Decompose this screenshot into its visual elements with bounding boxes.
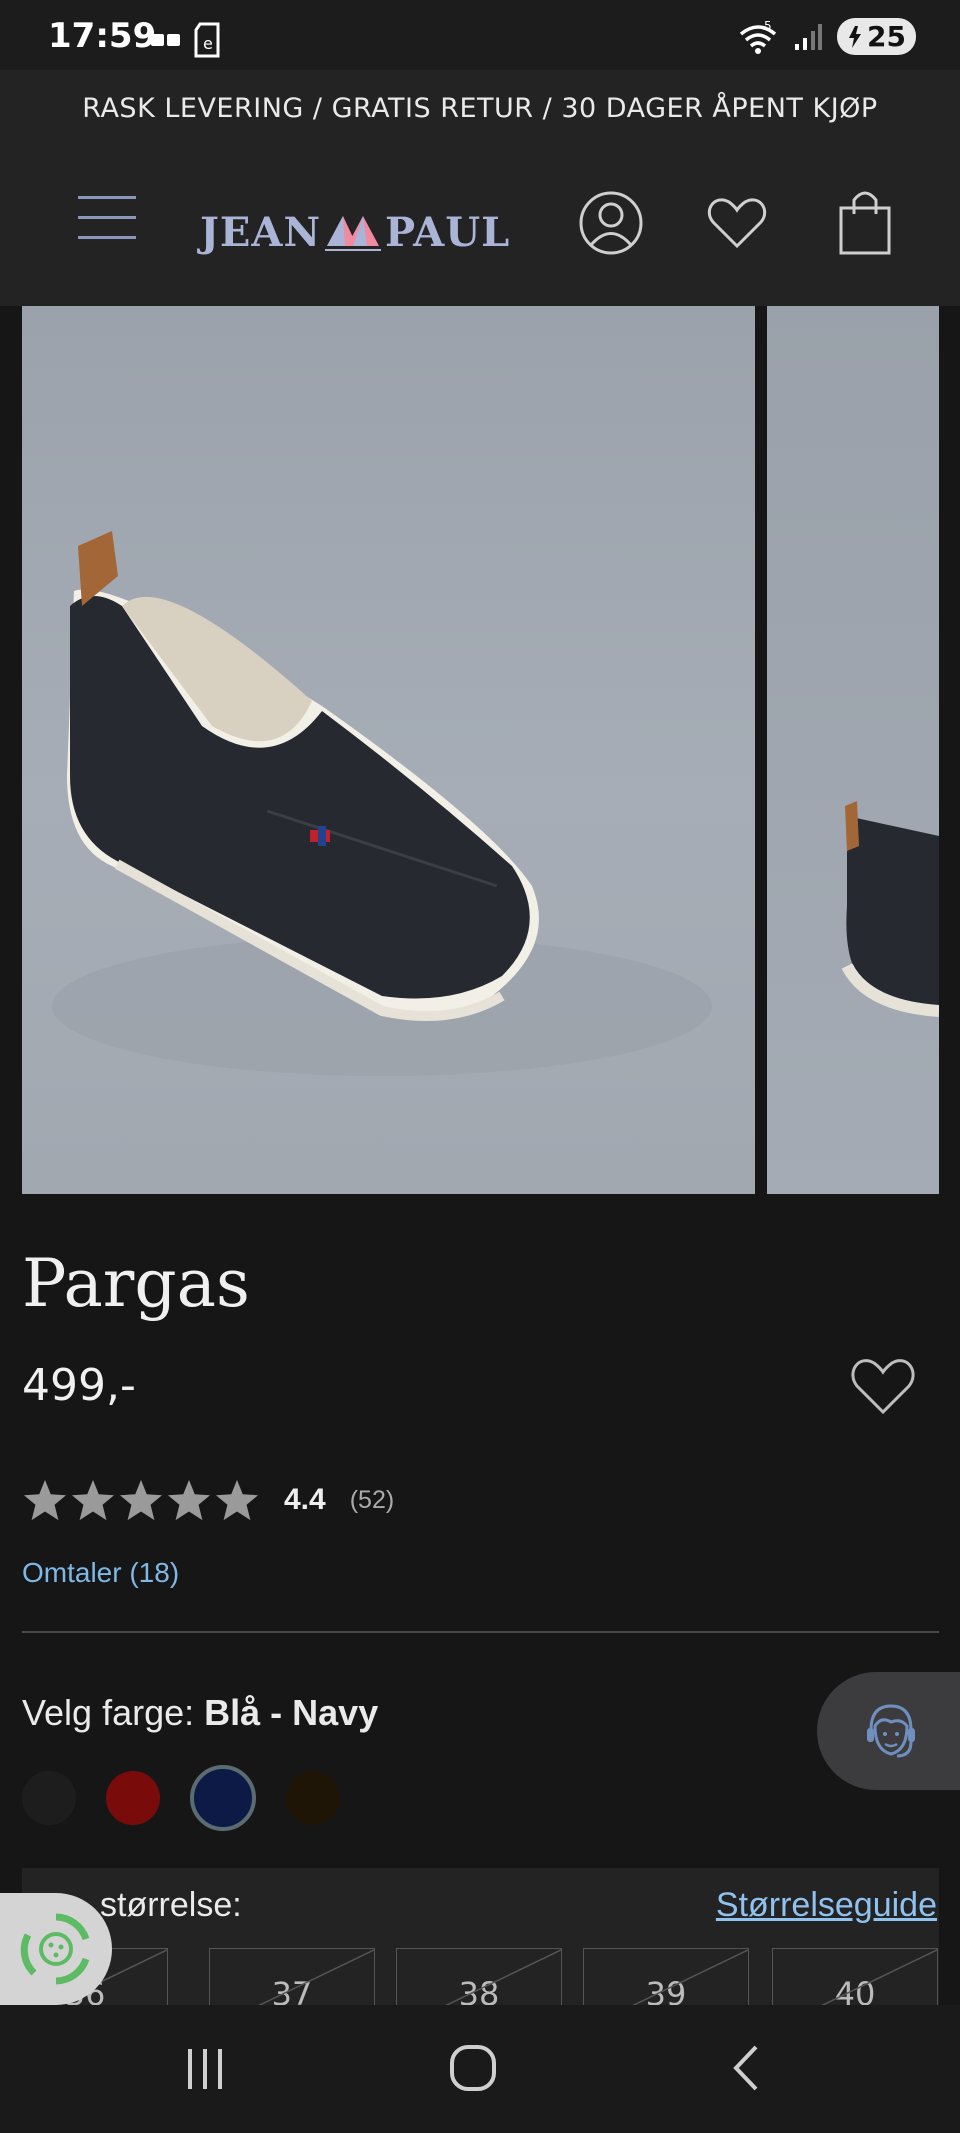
status-right-icons: 5 25 xyxy=(737,18,916,55)
shoe-image xyxy=(52,531,712,1076)
customer-service-chat-button[interactable] xyxy=(817,1672,960,1790)
star-icon xyxy=(215,1479,259,1521)
sustainability-badge[interactable] xyxy=(0,1893,112,2005)
menu-icon[interactable] xyxy=(78,192,136,244)
product-title: Pargas xyxy=(22,1245,250,1322)
color-swatch-navy[interactable] xyxy=(190,1765,256,1831)
star-icon xyxy=(119,1479,163,1521)
support-agent-icon xyxy=(867,1704,915,1758)
svg-text:e: e xyxy=(203,34,213,53)
brand-logo-left: JEAN xyxy=(200,208,322,256)
back-icon[interactable] xyxy=(722,2043,772,2093)
status-bar: 17:59 e 5 25 xyxy=(0,0,960,70)
product-gallery[interactable] xyxy=(0,306,960,1194)
color-selector-label: Velg farge: Blå - Navy xyxy=(22,1692,378,1734)
document-notification-icon: e xyxy=(194,22,220,58)
color-swatch-red[interactable] xyxy=(106,1771,160,1825)
rating-summary[interactable]: 4.4 (52) xyxy=(22,1478,394,1522)
star-icon xyxy=(71,1479,115,1521)
star-icon xyxy=(23,1479,67,1521)
reviews-link[interactable]: Omtaler (18) xyxy=(22,1557,179,1589)
divider xyxy=(22,1631,939,1633)
color-swatches xyxy=(22,1765,340,1831)
recent-apps-icon[interactable] xyxy=(180,2043,230,2093)
rating-stars xyxy=(22,1478,260,1522)
status-time: 17:59 xyxy=(48,16,157,56)
wishlist-icon[interactable] xyxy=(707,196,767,250)
account-icon[interactable] xyxy=(578,190,644,256)
size-option-39[interactable]: 39 xyxy=(583,1948,749,2008)
size-guide-link[interactable]: Størrelseguide xyxy=(716,1886,937,1925)
size-options: 36 37 38 39 40 xyxy=(22,1948,939,2008)
shoe-image-next xyxy=(841,801,939,1017)
color-swatch-black[interactable] xyxy=(22,1771,76,1825)
brand-logo[interactable]: JEAN PAUL xyxy=(200,202,510,262)
rating-count: (52) xyxy=(349,1485,395,1514)
site-header: JEAN PAUL xyxy=(0,148,960,306)
status-notification-icons: e xyxy=(150,22,224,58)
notification-icon xyxy=(151,34,180,46)
size-label: størrelse: xyxy=(100,1886,242,1924)
battery-level: 25 xyxy=(867,20,906,53)
size-option-40[interactable]: 40 xyxy=(772,1948,938,2008)
svg-text:5: 5 xyxy=(764,20,772,33)
cart-icon[interactable] xyxy=(838,188,892,256)
promo-bar: RASK LEVERING / GRATIS RETUR / 30 DAGER … xyxy=(0,70,960,148)
wifi-icon: 5 xyxy=(739,20,777,54)
color-swatch-brown[interactable] xyxy=(286,1771,340,1825)
brand-logo-right: PAUL xyxy=(385,208,511,256)
battery-saver-icon xyxy=(849,25,862,48)
product-image[interactable] xyxy=(22,306,755,1194)
recycle-icon xyxy=(20,1913,90,1985)
system-navigation-bar xyxy=(0,2005,960,2133)
size-option-37[interactable]: 37 xyxy=(209,1948,375,2008)
battery-indicator: 25 xyxy=(837,18,916,55)
add-to-wishlist-heart-icon[interactable] xyxy=(850,1356,916,1416)
size-selector: størrelse: Størrelseguide 36 37 38 39 40 xyxy=(22,1868,939,2008)
home-icon[interactable] xyxy=(448,2043,498,2093)
product-price: 499,- xyxy=(22,1360,136,1411)
size-option-38[interactable]: 38 xyxy=(396,1948,562,2008)
rating-score: 4.4 xyxy=(284,1483,326,1516)
signal-icon xyxy=(795,23,823,50)
selected-color-name: Blå - Navy xyxy=(204,1692,379,1733)
product-image-next[interactable] xyxy=(767,306,939,1194)
color-label-prefix: Velg farge: xyxy=(22,1692,195,1733)
star-icon xyxy=(167,1479,211,1521)
brand-flags-icon xyxy=(325,216,382,251)
